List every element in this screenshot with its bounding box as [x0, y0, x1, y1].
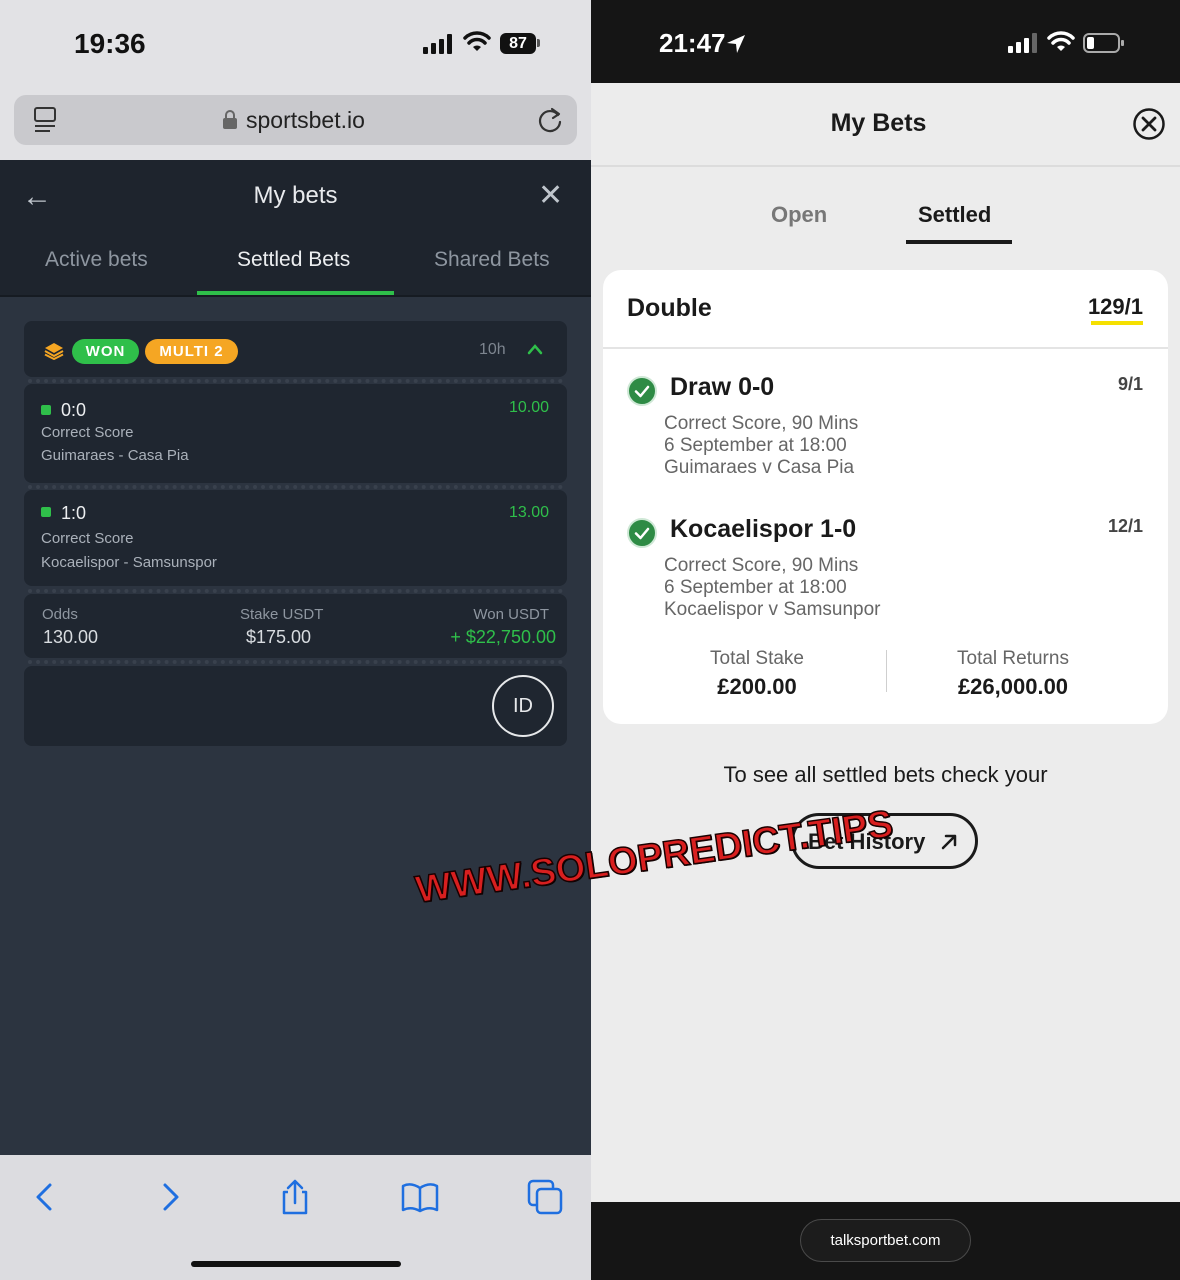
status-time: 21:47 — [659, 28, 726, 58]
selection-date: 6 September at 18:00 — [664, 435, 847, 456]
tab-settled-bets[interactable]: Settled Bets — [237, 248, 350, 272]
tab-settled[interactable]: Settled — [918, 202, 991, 228]
bets-header: ← My bets ✕ Active bets Settled Bets Sha… — [0, 160, 591, 297]
selection-event: Kocaelispor v Samsunpor — [664, 599, 881, 620]
page-title: My Bets — [830, 109, 927, 137]
odds-underline — [1091, 321, 1143, 325]
wifi-icon — [463, 31, 491, 51]
home-indicator — [191, 1261, 401, 1267]
chevron-up-icon[interactable] — [527, 343, 543, 355]
odds-label: Odds — [42, 606, 78, 623]
won-badge: WON — [72, 339, 139, 364]
dotted-divider — [28, 379, 563, 383]
selection-score: 0:0 — [61, 400, 87, 420]
total-returns-value: £26,000.00 — [957, 674, 1069, 699]
wifi-icon — [1047, 31, 1075, 51]
info-text: To see all settled bets check your — [723, 762, 1048, 787]
selection-market: Correct Score — [41, 530, 134, 547]
selection-title: Kocaelispor 1-0 — [670, 515, 857, 543]
reload-icon[interactable] — [536, 106, 564, 134]
location-arrow-icon — [727, 35, 745, 53]
sportsbet-panel: 19:36 87 sportsbet.io ← My bets ✕ Active… — [0, 0, 591, 1280]
bet-time-ago: 10h — [479, 341, 506, 358]
dotted-divider — [28, 485, 563, 489]
bookmarks-icon[interactable] — [400, 1177, 440, 1217]
browser-toolbar — [0, 1155, 591, 1280]
tab-shared-bets[interactable]: Shared Bets — [434, 248, 550, 272]
divider — [603, 347, 1168, 349]
layers-icon — [44, 343, 64, 360]
win-indicator — [41, 405, 51, 415]
forward-icon[interactable] — [151, 1177, 191, 1217]
domain-pill[interactable]: talksportbet.com — [800, 1219, 971, 1262]
selection-event: Kocaelispor - Samsunspor — [41, 554, 217, 571]
talksport-panel: 21:47 My Bets Open Settled Double 129/1 … — [591, 0, 1180, 1280]
status-bar: 21:47 — [591, 0, 1180, 83]
battery-level: 87 — [500, 33, 536, 54]
selection-event: Guimaraes v Casa Pia — [664, 457, 855, 478]
close-icon[interactable]: ✕ — [538, 178, 563, 213]
divider — [0, 295, 591, 297]
selection-market: Correct Score, 90 Mins — [664, 413, 859, 434]
won-value: + $22,750.00 — [450, 627, 556, 647]
bet-id-button[interactable]: ID — [492, 675, 554, 737]
selection-odds: 10.00 — [508, 399, 549, 416]
total-stake-value: £200.00 — [717, 674, 797, 699]
dotted-divider — [28, 589, 563, 593]
stake-label: Stake USDT — [240, 606, 324, 623]
stake-value: $175.00 — [246, 627, 312, 647]
selection-title: Draw 0-0 — [670, 373, 775, 401]
selection-card: 1:0 13.00 Correct Score Kocaelispor - Sa… — [24, 490, 567, 586]
address-bar[interactable]: sportsbet.io — [14, 95, 577, 145]
url-text[interactable]: sportsbet.io — [246, 107, 365, 134]
active-tab-indicator — [906, 240, 1012, 244]
selection-date: 6 September at 18:00 — [664, 577, 847, 598]
won-label: Won USDT — [473, 606, 549, 623]
bets-header: My Bets — [591, 83, 1180, 167]
check-circle-icon — [627, 376, 657, 406]
tab-active-bets[interactable]: Active bets — [45, 248, 148, 272]
bet-header-card[interactable]: WON MULTI 2 10h — [24, 321, 567, 377]
tab-open[interactable]: Open — [771, 202, 827, 228]
status-time: 19:36 — [74, 28, 146, 59]
selection-score: 1:0 — [61, 503, 87, 523]
multi-badge: MULTI 2 — [145, 339, 238, 364]
browser-bottom-bar: talksportbet.com — [591, 1202, 1180, 1280]
selection-card: 0:0 10.00 Correct Score Guimaraes - Casa… — [24, 384, 567, 483]
total-stake-label: Total Stake — [710, 648, 804, 669]
bet-card: Double 129/1 Draw 0-0 9/1 Correct Score,… — [603, 270, 1168, 724]
bet-type: Double — [627, 294, 712, 322]
external-arrow-icon — [941, 834, 957, 850]
lock-icon — [223, 110, 237, 129]
share-icon[interactable] — [275, 1177, 315, 1217]
selection-event: Guimaraes - Casa Pia — [41, 447, 189, 464]
selection-odds: 13.00 — [508, 504, 549, 521]
selection-odds: 12/1 — [1107, 516, 1143, 536]
odds-value: 130.00 — [43, 627, 99, 647]
tabs-icon[interactable] — [525, 1177, 565, 1217]
cellular-signal-icon — [423, 34, 452, 54]
reader-tab-icon[interactable] — [32, 106, 58, 134]
divider — [886, 650, 887, 692]
selection-market: Correct Score, 90 Mins — [664, 555, 859, 576]
bet-total-odds: 129/1 — [1087, 294, 1143, 319]
check-circle-icon — [627, 518, 657, 548]
battery-icon — [537, 39, 540, 47]
close-circle-icon[interactable] — [1132, 107, 1166, 141]
dotted-divider — [28, 660, 563, 664]
page-title: My bets — [253, 182, 338, 209]
bet-id-card: ID — [24, 666, 567, 746]
total-returns-label: Total Returns — [957, 648, 1069, 669]
win-indicator — [41, 507, 51, 517]
bet-summary: Odds 130.00 Stake USDT $175.00 Won USDT … — [24, 594, 567, 658]
status-bar: 19:36 87 sportsbet.io — [0, 0, 591, 160]
cellular-signal-icon — [1008, 33, 1037, 53]
selection-odds: 9/1 — [1117, 374, 1143, 394]
back-icon[interactable] — [24, 1177, 64, 1217]
battery-icon — [1083, 33, 1124, 53]
selection-market: Correct Score — [41, 424, 134, 441]
